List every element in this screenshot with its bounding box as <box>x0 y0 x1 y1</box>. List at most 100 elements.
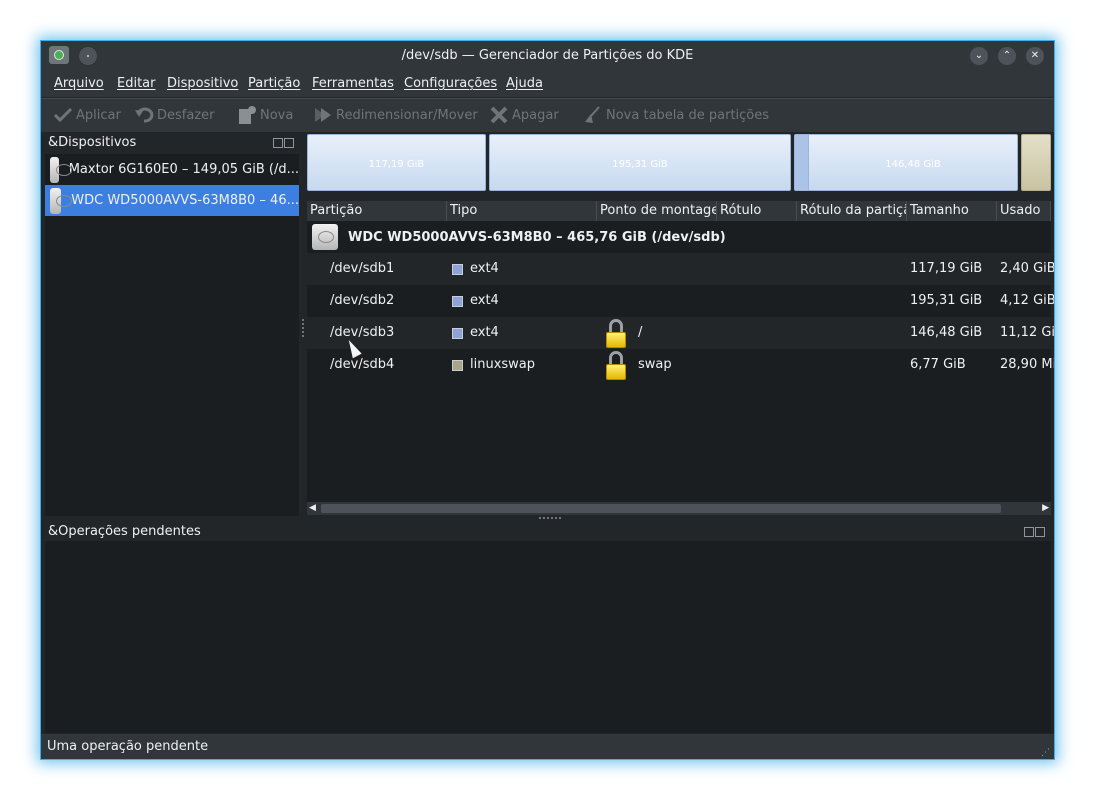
menu-ferramentas[interactable]: Ferramentas <box>312 76 394 91</box>
float-dock-icon[interactable] <box>273 138 283 148</box>
partition-size: 146,48 GiB <box>910 325 983 340</box>
resize-move-button[interactable]: Redimensionar/Mover <box>313 105 478 125</box>
resize-arrow-icon <box>313 106 333 124</box>
broom-icon <box>583 106 603 124</box>
disk-row-label: WDC WD5000AVVS-63M8B0 – 465,76 GiB (/dev… <box>348 229 726 245</box>
menu-particao[interactable]: Partição <box>248 76 300 91</box>
maximize-button[interactable]: ⌃ <box>998 47 1016 65</box>
delete-x-icon <box>489 106 509 124</box>
close-button[interactable]: ✕ <box>1026 47 1044 65</box>
new-partition-label: Nova <box>260 107 294 123</box>
partition-size: 6,77 GiB <box>910 357 966 372</box>
table-row[interactable]: /dev/sdb1 ext4 117,19 GiB 2,40 GiB <box>307 253 1054 285</box>
pending-dock-controls <box>1024 526 1048 538</box>
filesystem-color-swatch <box>452 360 463 371</box>
partition-table: Partição Tipo Ponto de montagem Rótulo R… <box>307 201 1054 515</box>
checkmark-icon <box>53 106 73 124</box>
apply-label: Aplicar <box>76 107 121 123</box>
undo-label: Desfazer <box>157 107 215 123</box>
menu-editar[interactable]: Editar <box>117 76 156 91</box>
new-document-icon <box>237 106 257 124</box>
new-partition-button[interactable]: Nova <box>237 105 293 125</box>
partition-graph-sdb2[interactable]: 195,31 GiB <box>489 134 791 191</box>
table-row[interactable]: /dev/sdb3 ext4 / 146,48 GiB 11,12 Gi <box>307 317 1054 349</box>
minimize-button[interactable]: ⌄ <box>970 47 988 65</box>
hard-disk-icon <box>50 187 73 214</box>
device-item-wdc[interactable]: WDC WD5000AVVS-63M8B0 – 46... <box>45 185 299 216</box>
partition-name: /dev/sdb4 <box>330 357 395 372</box>
partition-graph-size: 195,31 GiB <box>612 159 668 170</box>
filesystem-color-swatch <box>452 264 463 275</box>
menu-dispositivo[interactable]: Dispositivo <box>167 76 238 91</box>
scrollbar-thumb[interactable] <box>321 504 1001 513</box>
devices-panel-title: &Dispositivos <box>48 135 137 150</box>
delete-button[interactable]: Apagar <box>489 105 559 125</box>
table-row[interactable]: /dev/sdb4 linuxswap swap 6,77 GiB 28,90 … <box>307 349 1054 381</box>
partition-graph-sdb3[interactable]: 146,48 GiB <box>794 134 1018 191</box>
column-header-tamanho[interactable]: Tamanho <box>907 201 997 221</box>
main-window: /dev/sdb — Gerenciador de Partições do K… <box>40 40 1055 760</box>
toolbar: Aplicar Desfazer Nova Redimensionar/Move… <box>41 98 1054 132</box>
float-dock-icon[interactable] <box>1024 527 1034 537</box>
partition-used: 2,40 GiB <box>1000 261 1055 276</box>
lock-icon <box>606 351 626 381</box>
filesystem-type: ext4 <box>470 261 499 276</box>
scroll-right-icon[interactable]: ▶ <box>1042 503 1049 513</box>
resize-move-label: Redimensionar/Mover <box>336 107 478 123</box>
pending-panel-title: &Operações pendentes <box>48 524 201 539</box>
menu-bar: Arquivo Editar Dispositivo Partição Ferr… <box>41 71 1054 97</box>
close-dock-icon[interactable] <box>284 138 294 148</box>
partition-used: 4,12 GiB <box>1000 293 1055 308</box>
new-partition-table-label: Nova tabela de partições <box>606 107 770 123</box>
partition-used-fill <box>795 135 809 190</box>
resize-grip-icon[interactable]: ⋰ <box>1041 748 1050 758</box>
delete-label: Apagar <box>512 107 559 123</box>
filesystem-type: ext4 <box>470 325 499 340</box>
menu-ajuda[interactable]: Ajuda <box>506 76 543 91</box>
hard-disk-icon <box>312 224 338 250</box>
partition-graph-size: 117,19 GiB <box>368 159 425 170</box>
undo-icon <box>134 106 154 124</box>
partition-name: /dev/sdb1 <box>330 261 395 276</box>
column-header-tipo[interactable]: Tipo <box>447 201 597 221</box>
devices-dock-controls <box>273 137 297 149</box>
column-header-rotulo-da-particao[interactable]: Rótulo da partição <box>797 201 907 221</box>
title-bar[interactable]: /dev/sdb — Gerenciador de Partições do K… <box>41 41 1054 71</box>
partition-graph-sdb1[interactable]: 117,19 GiB <box>307 134 486 191</box>
mount-point: / <box>638 325 643 340</box>
disk-row[interactable]: WDC WD5000AVVS-63M8B0 – 465,76 GiB (/dev… <box>307 221 1051 253</box>
status-bar: Uma operação pendente ⋰ <box>41 734 1054 759</box>
device-label: WDC WD5000AVVS-63M8B0 – 46... <box>71 193 299 208</box>
horizontal-scrollbar[interactable]: ◀ ▶ <box>307 502 1051 515</box>
apply-button[interactable]: Aplicar <box>53 105 121 125</box>
filesystem-type: ext4 <box>470 293 499 308</box>
vertical-splitter-handle[interactable] <box>302 319 306 337</box>
partition-graph-sdb4[interactable] <box>1021 134 1051 191</box>
device-item-maxtor[interactable]: Maxtor 6G160E0 – 149,05 GiB (/d... <box>45 154 299 185</box>
column-header-ponto-de-montagem[interactable]: Ponto de montagem <box>597 201 717 221</box>
pending-operations-list[interactable] <box>45 541 1051 733</box>
undo-button[interactable]: Desfazer <box>134 105 215 125</box>
close-dock-icon[interactable] <box>1035 527 1045 537</box>
column-header-particao[interactable]: Partição <box>307 201 447 221</box>
partition-used: 28,90 Mi <box>1000 357 1055 372</box>
filesystem-type: linuxswap <box>470 357 536 372</box>
partition-used: 11,12 Gi <box>1000 325 1055 340</box>
column-header-usado[interactable]: Usado <box>997 201 1051 221</box>
window-title: /dev/sdb — Gerenciador de Partições do K… <box>401 48 694 63</box>
filesystem-color-swatch <box>452 328 463 339</box>
mount-point: swap <box>638 357 672 372</box>
devices-list: Maxtor 6G160E0 – 149,05 GiB (/d... WDC W… <box>45 154 299 516</box>
lock-icon <box>606 319 626 349</box>
scroll-left-icon[interactable]: ◀ <box>309 503 316 513</box>
column-header-rotulo[interactable]: Rótulo <box>717 201 797 221</box>
partition-name: /dev/sdb3 <box>330 325 395 340</box>
menu-arquivo[interactable]: Arquivo <box>54 76 104 91</box>
partition-graph-size: 146,48 GiB <box>885 159 941 170</box>
table-row[interactable]: /dev/sdb2 ext4 195,31 GiB 4,12 GiB <box>307 285 1054 317</box>
partition-name: /dev/sdb2 <box>330 293 395 308</box>
menu-configuracoes[interactable]: Configurações <box>404 76 497 91</box>
splitter-handle[interactable] <box>539 517 561 521</box>
new-partition-table-button[interactable]: Nova tabela de partições <box>583 105 769 125</box>
device-label: Maxtor 6G160E0 – 149,05 GiB (/d... <box>68 162 299 177</box>
